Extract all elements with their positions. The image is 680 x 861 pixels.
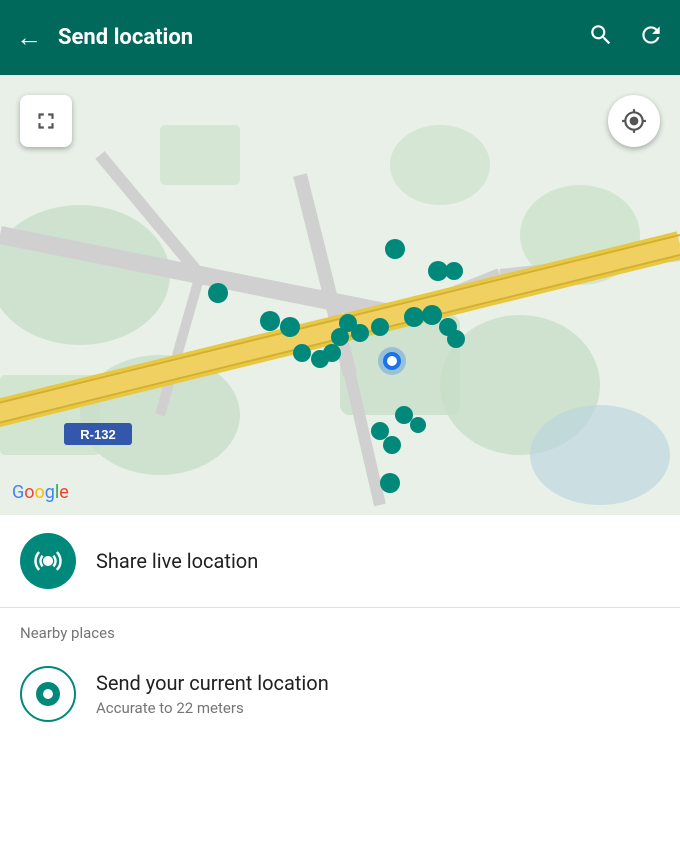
current-location-title: Send your current location [96, 671, 329, 695]
svg-text:R-132: R-132 [80, 427, 115, 442]
nearby-places-header: Nearby places [0, 608, 680, 650]
share-live-label: Share live location [96, 549, 258, 573]
current-location-row[interactable]: Send your current location Accurate to 2… [0, 650, 680, 738]
share-live-icon [20, 533, 76, 589]
app-header: ← Send location [0, 0, 680, 75]
map-view[interactable]: R-132 Google [0, 75, 680, 515]
bottom-panel: Share live location Nearby places Send y… [0, 515, 680, 738]
current-location-text: Send your current location Accurate to 2… [96, 671, 329, 717]
google-logo: Google [12, 482, 69, 503]
refresh-icon[interactable] [638, 22, 664, 54]
search-icon[interactable] [588, 22, 614, 54]
locate-button[interactable] [608, 95, 660, 147]
share-live-location-row[interactable]: Share live location [0, 515, 680, 608]
current-location-subtitle: Accurate to 22 meters [96, 699, 329, 717]
expand-map-button[interactable] [20, 95, 72, 147]
back-button[interactable]: ← [16, 22, 42, 53]
current-location-icon [20, 666, 76, 722]
page-title: Send location [58, 25, 564, 50]
